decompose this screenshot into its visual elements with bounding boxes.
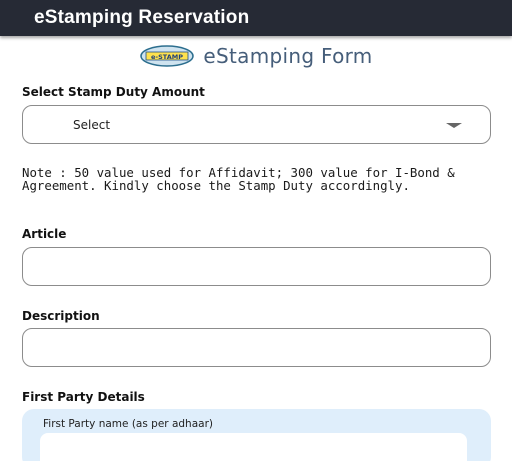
app-title: eStamping Reservation xyxy=(34,7,250,28)
first-party-section-title: First Party Details xyxy=(22,390,145,404)
description-label: Description xyxy=(22,309,100,323)
article-label: Article xyxy=(22,227,67,241)
app-bar: eStamping Reservation xyxy=(0,0,512,36)
first-party-name-label: First Party name (as per adhaar) xyxy=(43,418,213,430)
stamp-duty-selected-value: Select xyxy=(73,118,111,132)
stamp-duty-select[interactable]: Select xyxy=(22,105,491,144)
article-input[interactable] xyxy=(22,247,491,286)
svg-text:e-STAMP: e-STAMP xyxy=(151,53,183,61)
first-party-card: First Party name (as per adhaar) xyxy=(22,409,491,461)
first-party-name-input[interactable] xyxy=(40,433,467,461)
form-title: eStamping Form xyxy=(203,44,373,68)
estamp-logo-icon: e-STAMP xyxy=(140,45,195,67)
stamp-duty-note: Note : 50 value used for Affidavit; 300 … xyxy=(22,165,455,193)
brand-header: e-STAMP eStamping Form xyxy=(0,44,512,68)
description-input[interactable] xyxy=(22,328,491,367)
chevron-down-icon xyxy=(446,123,462,128)
stamp-duty-label: Select Stamp Duty Amount xyxy=(22,85,205,99)
